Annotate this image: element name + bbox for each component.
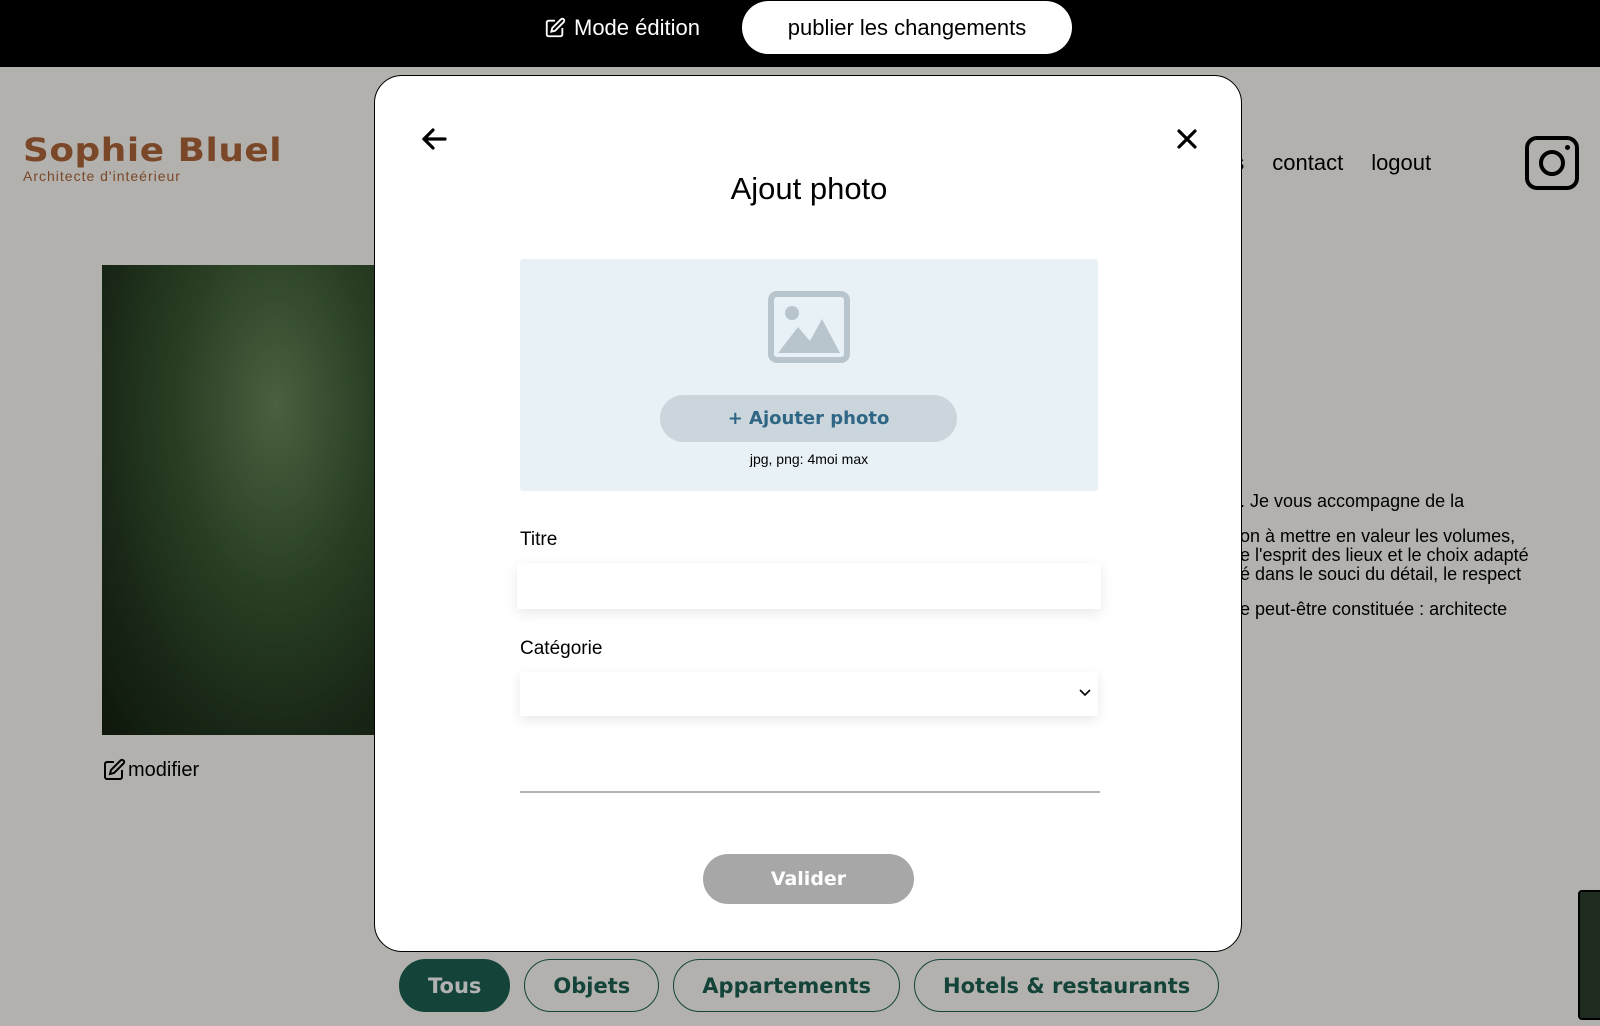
title-label: Titre xyxy=(520,529,558,550)
back-button[interactable] xyxy=(419,124,449,154)
title-input[interactable] xyxy=(517,563,1101,609)
photo-upload-zone[interactable]: + Ajouter photo jpg, png: 4moi max xyxy=(520,259,1098,491)
category-label: Catégorie xyxy=(520,638,603,659)
edit-mode-label: Mode édition xyxy=(574,15,700,40)
modal-title: Ajout photo xyxy=(730,171,888,206)
publish-changes-button[interactable]: publier les changements xyxy=(742,1,1072,54)
arrow-left-icon xyxy=(422,128,447,150)
edit-mode-indicator: Mode édition xyxy=(544,14,700,42)
add-photo-button[interactable]: + Ajouter photo xyxy=(660,395,957,442)
chevron-down-icon xyxy=(1079,689,1091,697)
add-photo-modal: Ajout photo + Ajouter photo jpg, png: 4m… xyxy=(374,75,1242,952)
close-button[interactable] xyxy=(1172,124,1202,154)
edit-mode-bar: Mode édition publier les changements xyxy=(0,0,1600,67)
category-select[interactable] xyxy=(520,672,1098,716)
form-divider xyxy=(520,791,1100,793)
image-icon xyxy=(768,291,850,363)
close-icon xyxy=(1177,129,1197,149)
edit-icon xyxy=(545,17,566,38)
validate-button[interactable]: Valider xyxy=(703,854,914,904)
upload-hint: jpg, png: 4moi max xyxy=(749,451,869,467)
